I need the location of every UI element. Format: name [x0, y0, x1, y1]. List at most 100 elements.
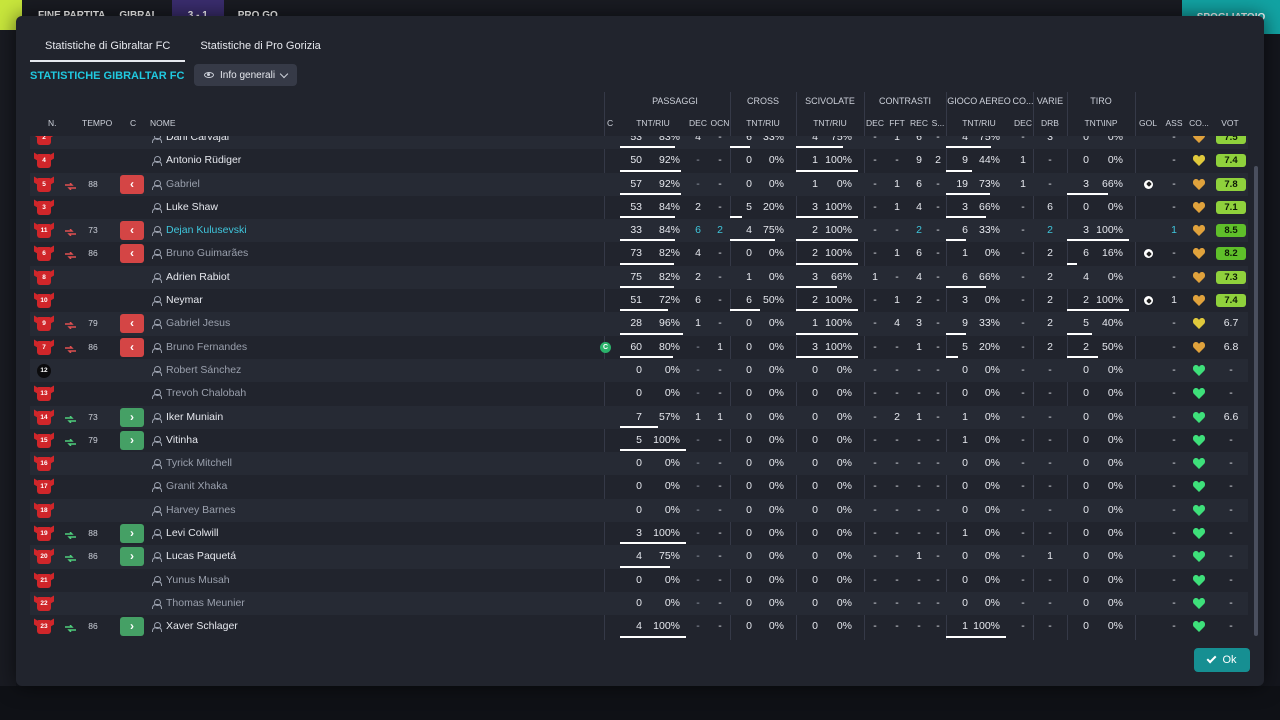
stats-table: PASSAGGI CROSS SCIVOLATE CONTRASTI GIOCO… — [30, 88, 1248, 640]
player-name[interactable]: Bruno Guimarães — [166, 242, 248, 265]
col-rec[interactable]: REC — [908, 118, 930, 134]
pass-pct: 0% — [664, 387, 680, 400]
table-row[interactable]: 2 Dani Carvajal 53 83% 4-6 33% 4 75% -1 6-4 75% -3 0… — [30, 136, 1248, 150]
shirt-number: 13 — [37, 387, 51, 402]
player-name[interactable]: Xaver Schlager — [166, 615, 238, 638]
cross-pct: 0% — [768, 387, 784, 400]
sub-out-button[interactable]: ‹ — [120, 244, 144, 264]
pass-dec: 1 — [695, 410, 701, 423]
sub-out-button[interactable]: ‹ — [120, 314, 144, 334]
table-row[interactable]: 13 Trevoh Chalobah 0 0% - - 0 0% 0 0% - - - - 0 0% - - 0 0%… — [30, 382, 1248, 405]
player-name[interactable]: Antonio Rüdiger — [166, 149, 241, 172]
table-row[interactable]: 17 Granit Xhaka 0 0% - - 0 0% 0 0% - - - - 0 0% - - 0 0% - - — [30, 475, 1248, 498]
col-aereo-tnt-riu[interactable]: TNT/RIU — [946, 118, 1012, 134]
player-name[interactable]: Granit Xhaka — [166, 475, 227, 498]
player-name[interactable]: Iker Muniain — [166, 406, 223, 429]
table-row[interactable]: 5 88 ‹ Gabriel 57 92% - -0 0% 1 0% -1 6-19 73% 1-3 66% -… — [30, 172, 1248, 196]
col-pass-ocn[interactable]: OCN — [708, 118, 732, 134]
player-name[interactable]: Levi Colwill — [166, 522, 219, 545]
view-select-dropdown[interactable]: Info generali — [194, 64, 298, 86]
condition-heart-icon — [1192, 574, 1206, 586]
player-name[interactable]: Luke Shaw — [166, 196, 218, 219]
sub-out-button[interactable]: ‹ — [120, 337, 144, 357]
col-tiro-tnt-inp[interactable]: TNT\INP — [1067, 118, 1135, 134]
table-row[interactable]: 21 Yunus Musah 0 0% - - 0 0% 0 0% - - - - 0 0% - - 0 0% - - — [30, 569, 1248, 592]
col-co[interactable]: CO... — [1187, 118, 1211, 134]
table-row[interactable]: 19 88 › Levi Colwill 3 100% - -0 0% 0 0% - - - -1 0% - -0… — [30, 522, 1248, 545]
player-name[interactable]: Tyrick Mitchell — [166, 452, 232, 475]
player-icon — [152, 482, 162, 493]
ok-button[interactable]: Ok — [1194, 648, 1250, 672]
table-row[interactable]: 11 73 ‹ Dejan Kulusevski 33 84% 6 2 4 75% 2 100% - -2… — [30, 219, 1248, 243]
player-name[interactable]: Thomas Meunier — [166, 592, 245, 615]
col-drb[interactable]: DRB — [1035, 118, 1065, 134]
player-name[interactable]: Harvey Barnes — [166, 499, 235, 522]
table-row[interactable]: 14 73 › Iker Muniain 7 57% 1 1 0 0% 0 0% -2 1-1 0% - -0 0… — [30, 405, 1248, 429]
player-name[interactable]: Gabriel — [166, 173, 200, 196]
contr-fft: 1 — [894, 136, 900, 143]
table-row[interactable]: 8 Adrien Rabiot 75 82% 2-1 0% 3 66% 1-4-6 66% -2 4 0… — [30, 265, 1248, 290]
player-name[interactable]: Robert Sánchez — [166, 359, 241, 382]
pass-ocn: - — [718, 270, 722, 283]
player-name[interactable]: Dani Carvajal — [166, 136, 229, 149]
col-s[interactable]: S... — [928, 118, 948, 134]
player-name[interactable]: Gabriel Jesus — [166, 312, 230, 335]
sub-in-button[interactable]: › — [120, 430, 144, 450]
table-row[interactable]: 3 Luke Shaw 53 84% 2-5 20% 3 100% -1 4-3 66% -6 0 0% -… — [30, 196, 1248, 219]
col-c2[interactable]: C — [607, 118, 613, 134]
co-dec: - — [1021, 136, 1025, 143]
tab-gibraltar-stats[interactable]: Statistiche di Gibraltar FC — [30, 34, 186, 62]
contr-fft: - — [895, 224, 899, 237]
player-icon — [152, 575, 162, 586]
col-contr-dec[interactable]: DEC — [864, 118, 886, 134]
table-scrollbar[interactable] — [1254, 166, 1258, 636]
table-row[interactable]: 10 Neymar 51 72% 6-6 50% 2 100% -1 2-3 0% -2 2 100% 1 7… — [30, 289, 1248, 312]
col-c[interactable]: C — [130, 118, 136, 134]
contr-fft: 1 — [894, 247, 900, 260]
sub-in-button[interactable]: › — [120, 547, 144, 567]
col-sciv-tnt-riu[interactable]: TNT/RIU — [796, 118, 864, 134]
col-nome[interactable]: NOME — [150, 118, 176, 134]
sub-out-button[interactable]: ‹ — [120, 174, 144, 194]
col-pass-dec[interactable]: DEC — [686, 118, 710, 134]
player-name[interactable]: Lucas Paquetá — [166, 545, 236, 568]
col-cross-tnt-riu[interactable]: TNT/RIU — [730, 118, 796, 134]
col-ass[interactable]: ASS — [1161, 118, 1187, 134]
contr-s: - — [936, 177, 940, 190]
player-name[interactable]: Vitinha — [166, 429, 198, 452]
cross-bar — [730, 239, 775, 242]
col-fft[interactable]: FFT — [886, 118, 908, 134]
player-name[interactable]: Yunus Musah — [166, 569, 230, 592]
sub-out-button[interactable]: ‹ — [120, 221, 144, 241]
table-row[interactable]: 6 86 ‹ Bruno Guimarães 73 82% 4-0 0% 2 100% -1 6-1 0… — [30, 242, 1248, 265]
tab-pro-gorizia-stats[interactable]: Statistiche di Pro Gorizia — [185, 34, 335, 62]
player-name[interactable]: Adrien Rabiot — [166, 266, 230, 289]
table-row[interactable]: 4 Antonio Rüdiger 50 92% - -0 0% 1 100% - -9 2 9 44% 1… — [30, 149, 1248, 172]
co-dec: - — [1021, 480, 1025, 493]
table-row[interactable]: 18 Harvey Barnes 0 0% - - 0 0% 0 0% - - - - 0 0% - - 0 0% - - — [30, 498, 1248, 523]
col-gol[interactable]: GOL — [1135, 118, 1161, 134]
col-number[interactable]: N. — [48, 118, 57, 134]
sub-in-button[interactable]: › — [120, 617, 144, 637]
table-row[interactable]: 16 Tyrick Mitchell 0 0% - - 0 0% 0 0% - - - - 0 0% - - 0 0%… — [30, 452, 1248, 476]
aerial-pct: 33% — [978, 317, 1000, 330]
player-name[interactable]: Dejan Kulusevski — [166, 219, 247, 242]
table-row[interactable]: 12 Robert Sánchez 0 0% - - 0 0% 0 0% - - - - 0 0% - - 0 0% -… — [30, 358, 1248, 383]
player-name[interactable]: Trevoh Chalobah — [166, 382, 246, 405]
contr-rec: 9 — [916, 154, 922, 167]
col-vot[interactable]: VOT — [1214, 118, 1246, 134]
tackle-bar — [796, 239, 858, 242]
table-row[interactable]: 23 86 › Xaver Schlager 4 100% - -0 0% 0 0% - - - -1 100… — [30, 615, 1248, 638]
sub-in-button[interactable]: › — [120, 407, 144, 427]
player-name[interactable]: Bruno Fernandes — [166, 336, 247, 359]
table-row[interactable]: 22 Thomas Meunier 0 0% - - 0 0% 0 0% - - - - 0 0% - - 0 0% -… — [30, 591, 1248, 616]
table-row[interactable]: 15 79 › Vitinha 5 100% - -0 0% 0 0% - - - -1 0% - -0 0% - - — [30, 429, 1248, 452]
col-pass-tnt-riu[interactable]: TNT/RIU — [620, 118, 686, 134]
player-name[interactable]: Neymar — [166, 289, 203, 312]
col-co-dec[interactable]: DEC — [1012, 118, 1034, 134]
table-row[interactable]: 9 79 ‹ Gabriel Jesus 28 96% 1-0 0% 1 100% -4 3-9 33%… — [30, 312, 1248, 336]
col-tempo[interactable]: TEMPO — [82, 118, 112, 134]
table-row[interactable]: 7 86 ‹ Bruno Fernandes C 60 80% -1 0 0% 3 100% - -1-5… — [30, 336, 1248, 359]
table-row[interactable]: 20 86 › Lucas Paquetá 4 75% - -0 0% 0 0% - -1-0 0% -1 0… — [30, 545, 1248, 569]
sub-in-button[interactable]: › — [120, 524, 144, 544]
